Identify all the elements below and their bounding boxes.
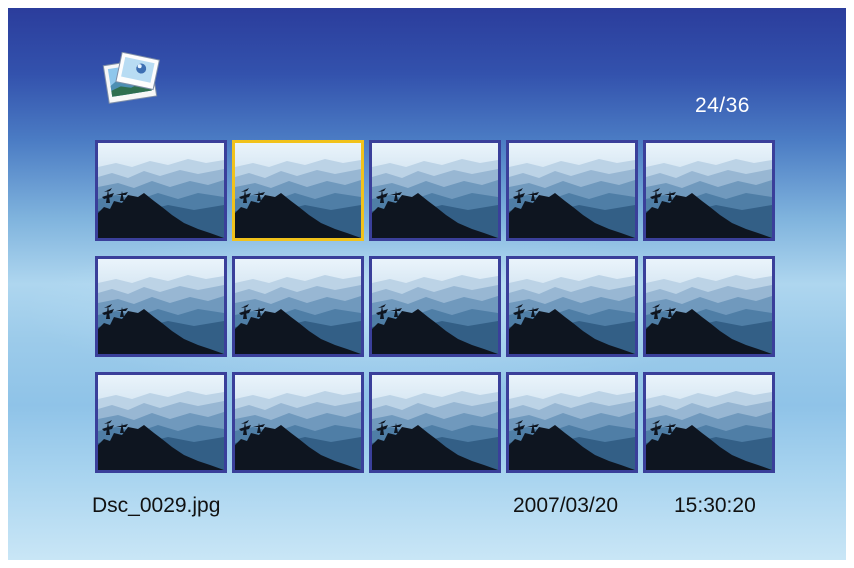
photo-thumbnail[interactable] (506, 140, 638, 241)
photo-thumbnail[interactable] (232, 140, 364, 241)
mountain-landscape-photo-icon (646, 143, 772, 238)
mountain-landscape-photo-icon (98, 143, 224, 238)
photo-time: 15:30:20 (674, 494, 756, 517)
photo-date: 2007/03/20 (513, 494, 619, 517)
mountain-landscape-photo-icon (509, 143, 635, 238)
mountain-landscape-photo-icon (235, 259, 361, 354)
mountain-landscape-photo-icon (235, 375, 361, 470)
file-name: Dsc_0029.jpg (92, 494, 221, 517)
mountain-landscape-photo-icon (98, 259, 224, 354)
mountain-landscape-photo-icon (646, 259, 772, 354)
mountain-landscape-photo-icon (509, 375, 635, 470)
photo-thumbnail[interactable] (232, 256, 364, 357)
photo-thumbnail[interactable] (232, 372, 364, 473)
photo-thumbnail[interactable] (95, 256, 227, 357)
photo-thumbnail[interactable] (506, 372, 638, 473)
photo-browser-screen: 24/36 Dsc_0029.jpg 2007/03/20 15:30:20 (8, 8, 846, 560)
photo-thumbnail[interactable] (506, 256, 638, 357)
photo-thumbnail[interactable] (369, 256, 501, 357)
mountain-landscape-photo-icon (372, 259, 498, 354)
photo-thumbnail[interactable] (95, 372, 227, 473)
thumbnail-grid (95, 140, 775, 473)
mountain-landscape-photo-icon (372, 375, 498, 470)
photo-thumbnail[interactable] (369, 140, 501, 241)
photo-thumbnail[interactable] (643, 256, 775, 357)
photo-thumbnail[interactable] (643, 372, 775, 473)
mountain-landscape-photo-icon (372, 143, 498, 238)
photo-viewer-icon (96, 51, 162, 110)
mountain-landscape-photo-icon (509, 259, 635, 354)
mountain-landscape-photo-icon (235, 143, 361, 238)
mountain-landscape-photo-icon (98, 375, 224, 470)
photo-thumbnail[interactable] (95, 140, 227, 241)
photo-counter: 24/36 (694, 94, 750, 117)
photo-thumbnail[interactable] (369, 372, 501, 473)
photo-thumbnail[interactable] (643, 140, 775, 241)
mountain-landscape-photo-icon (646, 375, 772, 470)
